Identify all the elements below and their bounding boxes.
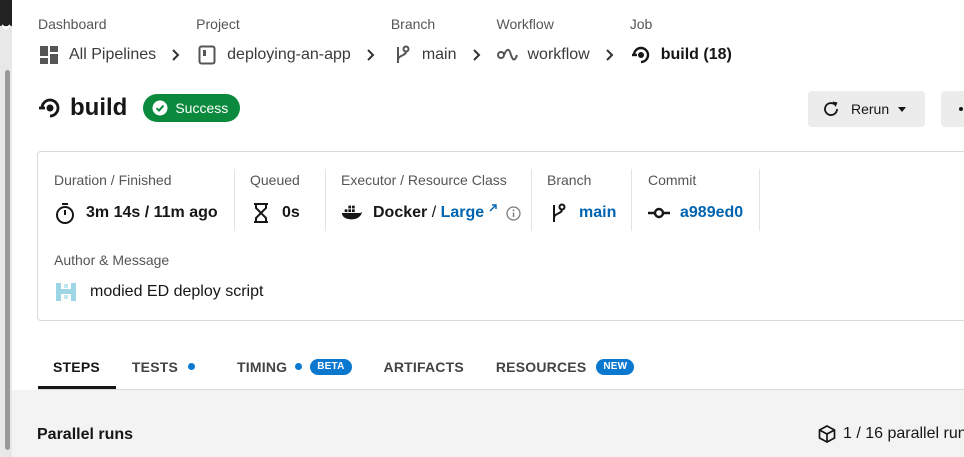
branch-cell: Branch main xyxy=(547,170,616,234)
breadcrumb-value[interactable]: deploying-an-app xyxy=(227,46,351,64)
queued-cell: Queued 0s xyxy=(250,170,300,234)
executor-label: Executor / Resource Class xyxy=(341,172,507,188)
beta-badge: BETA xyxy=(310,358,352,375)
breadcrumb-job[interactable]: Job build (18) xyxy=(630,14,732,68)
docker-icon xyxy=(341,202,363,224)
executor-value: Docker xyxy=(373,204,428,221)
breadcrumb-value[interactable]: workflow xyxy=(528,46,590,64)
divider xyxy=(759,169,760,231)
breadcrumb-value[interactable]: All Pipelines xyxy=(69,46,156,64)
caret-down-icon xyxy=(898,107,907,112)
breadcrumb-workflow[interactable]: Workflow workflow xyxy=(496,14,590,68)
branch-icon xyxy=(391,44,413,66)
executor-cell: Executor / Resource Class Docker / Large xyxy=(341,170,521,234)
page-title: build xyxy=(70,94,128,121)
parallel-runs-selector[interactable]: 1 / 16 parallel run xyxy=(818,425,964,443)
branch-label: Branch xyxy=(547,172,592,188)
job-icon xyxy=(630,44,652,66)
breadcrumb-value[interactable]: build (18) xyxy=(661,46,732,64)
more-actions-button[interactable] xyxy=(941,91,964,127)
breadcrumb: Dashboard All Pipelines Project deployin… xyxy=(38,14,732,68)
chevron-right-icon xyxy=(599,42,621,68)
hourglass-icon xyxy=(250,202,272,224)
breadcrumb-label: Dashboard xyxy=(38,16,107,32)
refresh-icon xyxy=(824,101,838,116)
breadcrumb-label: Project xyxy=(196,16,240,32)
job-tabs: STEPS TESTS TIMING BETA ARTIFACTS RESOUR… xyxy=(38,344,964,390)
status-badge: Success xyxy=(143,94,241,122)
breadcrumb-branch[interactable]: Branch main xyxy=(391,14,457,68)
chevron-right-icon xyxy=(466,42,488,68)
tab-label: ARTIFACTS xyxy=(383,358,464,375)
project-icon xyxy=(196,44,218,66)
more-icon xyxy=(959,107,963,111)
new-indicator-dot xyxy=(295,363,303,370)
breadcrumb-label: Workflow xyxy=(496,16,554,32)
chevron-right-icon xyxy=(360,42,382,68)
author-cell: Author & Message modied ED deploy script xyxy=(54,250,263,304)
breadcrumb-dashboard[interactable]: Dashboard All Pipelines xyxy=(38,14,156,68)
divider xyxy=(325,169,326,231)
cube-icon xyxy=(818,425,836,443)
divider xyxy=(631,169,632,231)
commit-cell: Commit a989ed0 xyxy=(648,170,743,234)
info-icon[interactable] xyxy=(506,205,521,221)
queued-value: 0s xyxy=(282,204,300,221)
tab-steps[interactable]: STEPS xyxy=(38,344,116,389)
commit-message: modied ED deploy script xyxy=(90,283,264,300)
job-details-card: Duration / Finished 3m 14s / 11m ago Que… xyxy=(37,151,964,321)
breadcrumb-project[interactable]: Project deploying-an-app xyxy=(196,14,351,68)
rerun-label: Rerun xyxy=(851,101,890,117)
resource-class-link[interactable]: Large xyxy=(441,204,485,222)
branch-link[interactable]: main xyxy=(579,204,616,222)
tab-tests[interactable]: TESTS xyxy=(116,344,211,389)
breadcrumb-label: Job xyxy=(629,16,653,32)
tab-resources[interactable]: RESOURCES NEW xyxy=(480,344,650,389)
check-circle-icon xyxy=(152,100,168,116)
workflow-icon xyxy=(496,44,519,66)
commit-icon xyxy=(648,202,670,224)
avatar xyxy=(54,280,78,304)
branch-icon xyxy=(547,202,569,224)
status-label: Success xyxy=(175,100,229,116)
chevron-down-icon xyxy=(1,24,11,31)
tab-label: STEPS xyxy=(53,358,100,375)
tab-label: RESOURCES xyxy=(495,358,587,375)
new-badge: NEW xyxy=(596,358,635,375)
commit-link[interactable]: a989ed0 xyxy=(680,204,743,222)
steps-panel xyxy=(12,390,964,457)
parallel-runs-title: Parallel runs xyxy=(37,426,134,443)
divider xyxy=(531,169,532,231)
author-label: Author & Message xyxy=(54,252,170,268)
duration-cell: Duration / Finished 3m 14s / 11m ago xyxy=(54,170,218,234)
executor-separator: / xyxy=(427,204,441,221)
scrollbar-thumb[interactable] xyxy=(5,70,10,450)
tab-artifacts[interactable]: ARTIFACTS xyxy=(368,344,480,389)
new-indicator-dot xyxy=(188,363,196,370)
external-link-icon xyxy=(489,204,497,212)
tab-timing[interactable]: TIMING BETA xyxy=(221,344,367,389)
dashboard-icon xyxy=(38,44,60,66)
stopwatch-icon xyxy=(54,202,76,224)
parallel-runs-count: 1 / 16 parallel run xyxy=(843,425,964,442)
job-header: build Success xyxy=(38,94,241,122)
job-icon xyxy=(39,98,60,118)
duration-value: 3m 14s / 11m ago xyxy=(86,204,218,221)
page-scrollbar[interactable] xyxy=(0,0,12,457)
divider xyxy=(234,169,235,231)
breadcrumb-value[interactable]: main xyxy=(422,46,457,64)
breadcrumb-label: Branch xyxy=(390,16,436,32)
commit-label: Commit xyxy=(648,172,697,188)
duration-label: Duration / Finished xyxy=(54,172,172,188)
tab-label: TESTS xyxy=(131,358,179,375)
chevron-right-icon xyxy=(165,42,187,68)
tab-label: TIMING xyxy=(237,358,288,375)
queued-label: Queued xyxy=(250,172,300,188)
rerun-button[interactable]: Rerun xyxy=(808,91,925,127)
